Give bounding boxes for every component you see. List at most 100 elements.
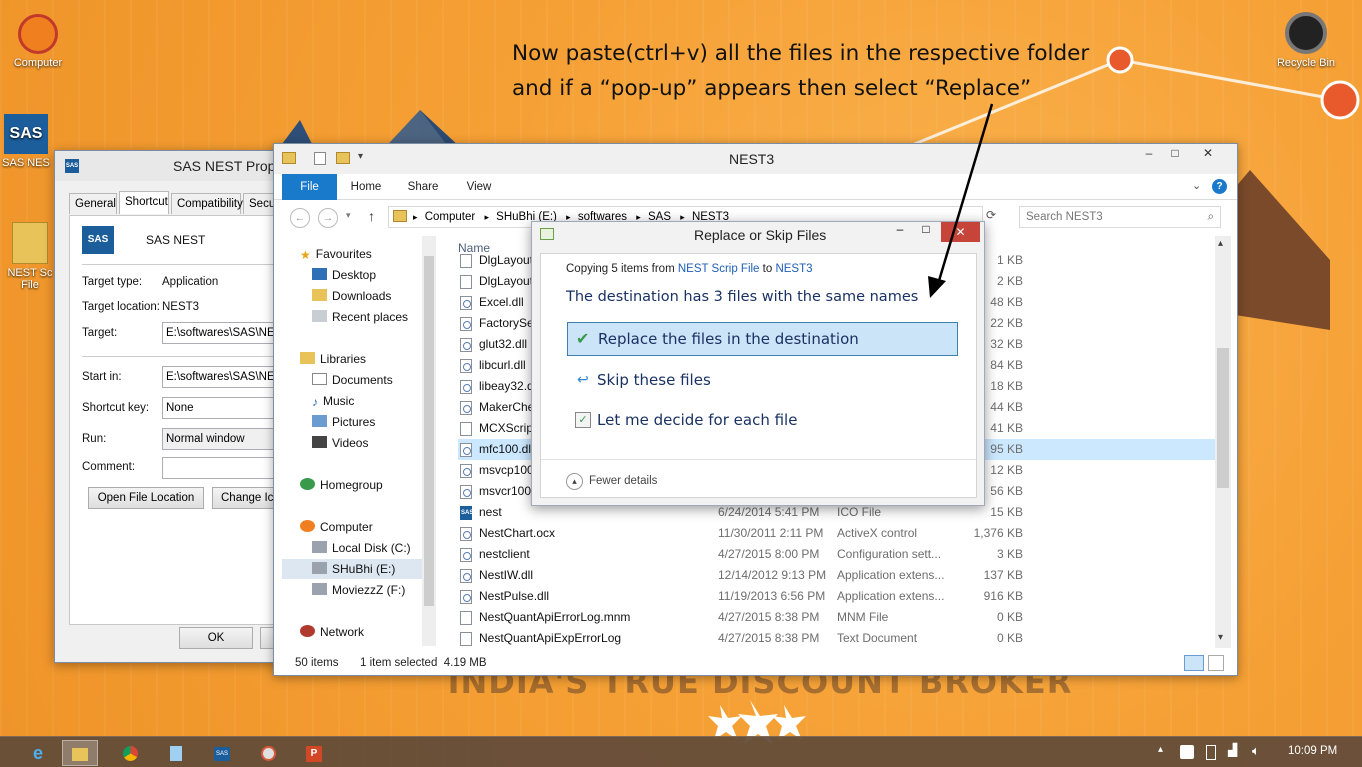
nav-libraries[interactable]: Libraries: [300, 349, 366, 369]
file-row[interactable]: NestChart.ocx 11/30/2011 2:11 PM ActiveX c…: [458, 523, 1218, 544]
nav-computer[interactable]: Computer: [300, 517, 373, 537]
nav-network[interactable]: Network: [300, 622, 364, 642]
tab-file[interactable]: File: [282, 174, 337, 200]
fewer-details-toggle[interactable]: ▴ Fewer details: [566, 472, 657, 492]
desktop-icon-sas-nest[interactable]: SAS SAS NES: [0, 114, 58, 169]
sas-file-icon: SAS: [460, 506, 473, 520]
nav-shubhi-drive[interactable]: SHuBhi (E:): [282, 559, 422, 579]
explorer-titlebar[interactable]: ▾ NEST3 – □ ✕: [274, 144, 1237, 174]
search-box[interactable]: Search NEST3 ⌕: [1019, 206, 1221, 228]
annotation-line-2: and if a “pop-up” appears then select “R…: [512, 76, 1032, 101]
ok-button[interactable]: OK: [179, 627, 253, 649]
file-icon: [460, 422, 472, 436]
nav-desktop[interactable]: Desktop: [312, 265, 376, 285]
scroll-down-icon[interactable]: ▾: [1218, 632, 1223, 643]
nav-label: Pictures: [332, 415, 376, 429]
taskbar-paint[interactable]: [250, 740, 286, 766]
volume-icon[interactable]: 🔈︎: [1252, 743, 1260, 759]
properties-qat-icon[interactable]: [314, 152, 326, 165]
file-list-scrollbar[interactable]: ▴ ▾: [1215, 236, 1231, 648]
tab-shortcut[interactable]: Shortcut: [119, 191, 169, 214]
taskbar-sas[interactable]: SAS: [204, 740, 240, 766]
file-row[interactable]: NestPulse.dll 11/19/2013 6:56 PM Applicati…: [458, 586, 1218, 607]
nav-music[interactable]: ♪ Music: [312, 391, 354, 411]
maximize-button[interactable]: □: [1162, 144, 1188, 164]
minimize-button[interactable]: –: [1136, 144, 1162, 164]
nav-favourites[interactable]: ★ Favourites: [300, 244, 372, 264]
desktop-icon: [312, 268, 327, 280]
nav-documents[interactable]: Documents: [312, 370, 393, 390]
back-button[interactable]: ←: [290, 208, 310, 228]
dialog-maximize-button[interactable]: □: [914, 222, 938, 242]
folder-icon: [393, 210, 407, 222]
nav-recent-places[interactable]: Recent places: [312, 307, 408, 327]
destination-folder-link[interactable]: NEST3: [775, 263, 812, 275]
recent-locations-icon[interactable]: ▾: [346, 210, 351, 221]
run-label: Run:: [82, 433, 107, 445]
breadcrumb-item[interactable]: Computer: [425, 211, 476, 223]
taskbar-powerpoint[interactable]: P: [296, 740, 332, 766]
battery-icon[interactable]: [1206, 745, 1216, 760]
desktop-icon-nest-scrip-file[interactable]: NEST Sc File: [0, 222, 60, 291]
open-file-location-button[interactable]: Open File Location: [88, 487, 204, 509]
nav-local-disk[interactable]: Local Disk (C:): [312, 538, 411, 558]
desktop-icon-recycle-bin[interactable]: Recycle Bin: [1268, 12, 1344, 69]
taskbar-file-explorer[interactable]: [62, 740, 98, 766]
clock[interactable]: 10:09 PM: [1288, 745, 1337, 757]
file-date: 4/27/2015 8:38 PM: [718, 631, 820, 645]
file-row[interactable]: NestQuantApiErrorLog.mnm 4/27/2015 8:38 P…: [458, 607, 1218, 628]
taskbar-ie[interactable]: e: [20, 740, 56, 766]
tab-share[interactable]: Share: [400, 174, 446, 200]
properties-titlebar[interactable]: SAS SAS NEST Prope: [55, 151, 293, 181]
decide-icon: ✓: [575, 412, 591, 428]
replace-files-option[interactable]: ✔ Replace the files in the destination: [567, 322, 958, 356]
file-row[interactable]: nestclient 4/27/2015 8:00 PM Configuration…: [458, 544, 1218, 565]
source-folder-link[interactable]: NEST Scrip File: [678, 263, 760, 275]
scroll-thumb[interactable]: [1217, 348, 1229, 488]
libraries-icon: [300, 352, 315, 364]
file-size: 1,376 KB: [973, 526, 1023, 540]
tab-home[interactable]: Home: [342, 174, 390, 200]
scroll-up-icon[interactable]: ▴: [1218, 238, 1223, 249]
nav-label: Downloads: [332, 289, 392, 303]
file-name: nestclient: [479, 547, 530, 561]
close-button[interactable]: ✕: [1188, 144, 1228, 164]
file-row[interactable]: NestIW.dll 12/14/2012 9:13 PM Application …: [458, 565, 1218, 586]
nav-moviezz-drive[interactable]: MoviezzZ (F:): [312, 580, 405, 600]
file-row[interactable]: NestQuantApiExpErrorLog 4/27/2015 8:38 PM…: [458, 628, 1218, 649]
nav-videos[interactable]: Videos: [312, 433, 368, 453]
dll-file-icon: [460, 569, 472, 583]
action-center-icon[interactable]: [1180, 745, 1194, 759]
forward-button[interactable]: →: [318, 208, 338, 228]
details-view-icon[interactable]: [1184, 655, 1204, 671]
dialog-close-button[interactable]: ✕: [941, 222, 980, 242]
nav-downloads[interactable]: Downloads: [312, 286, 391, 306]
nav-pictures[interactable]: Pictures: [312, 412, 375, 432]
new-folder-qat-icon[interactable]: [336, 152, 350, 164]
tab-general[interactable]: General: [69, 193, 117, 214]
up-button[interactable]: ↑: [368, 208, 375, 224]
tab-compatibility[interactable]: Compatibility: [171, 193, 243, 214]
show-hidden-icons-icon[interactable]: ▴: [1158, 744, 1163, 755]
large-icons-view-icon[interactable]: [1208, 655, 1224, 671]
help-icon[interactable]: ?: [1212, 179, 1227, 194]
nav-scrollbar[interactable]: [422, 236, 436, 646]
status-item-count: 50 items: [295, 657, 339, 669]
dll-file-icon: [460, 380, 472, 394]
taskbar-chrome[interactable]: [112, 740, 148, 766]
file-name: NestQuantApiExpErrorLog: [479, 631, 622, 645]
expand-ribbon-icon[interactable]: ⌄: [1192, 179, 1201, 192]
music-icon: ♪: [312, 395, 318, 409]
refresh-icon[interactable]: ⟳: [986, 208, 1004, 228]
nav-label: Network: [320, 625, 365, 639]
desktop-icon-computer[interactable]: Computer: [0, 14, 76, 69]
shortcut-tab-panel: SAS SAS NEST Target type: Application Ta…: [69, 215, 296, 625]
nav-label: SHuBhi (E:): [332, 562, 396, 576]
nav-label: MoviezzZ (F:): [332, 583, 406, 597]
tab-view[interactable]: View: [456, 174, 502, 200]
nav-homegroup[interactable]: Homegroup: [300, 475, 383, 495]
chevron-down-icon[interactable]: ▾: [358, 151, 363, 162]
dialog-minimize-button[interactable]: –: [888, 222, 912, 242]
taskbar-notepad[interactable]: [158, 740, 194, 766]
wifi-icon[interactable]: ▟: [1228, 743, 1237, 757]
